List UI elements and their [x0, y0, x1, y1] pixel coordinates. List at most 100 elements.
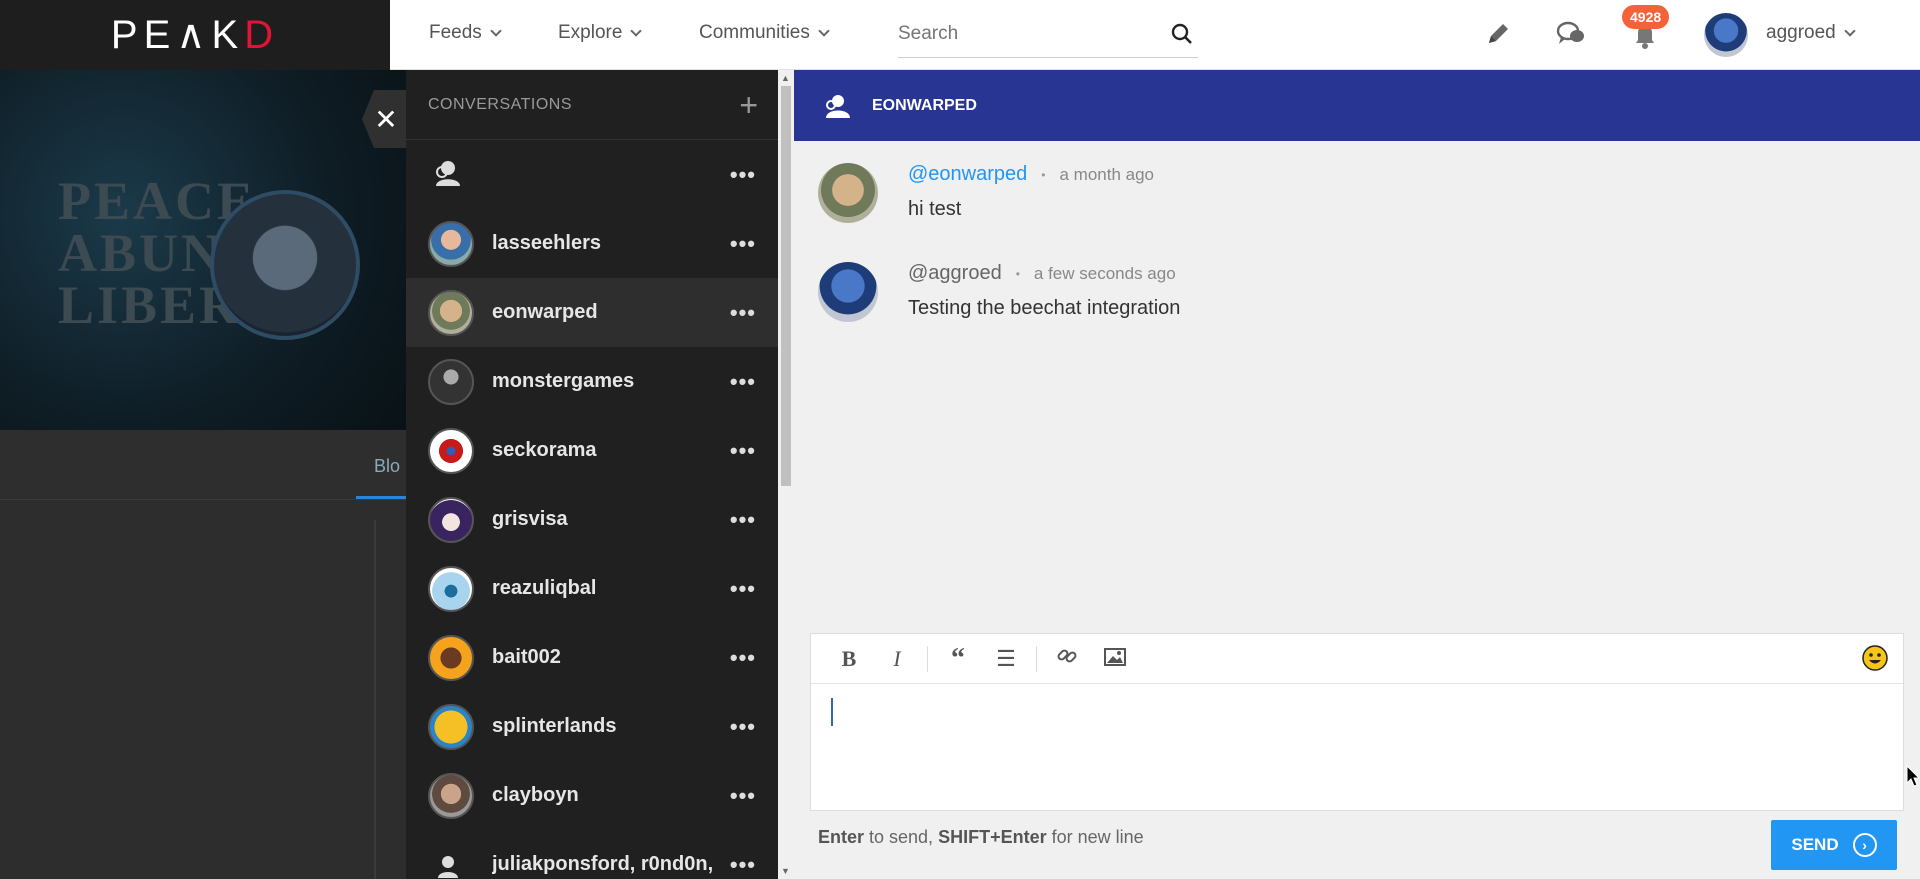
conversation-name: juliakponsford, r0nd0n,: [492, 853, 714, 875]
tab-underline: [356, 496, 406, 499]
nav-feeds[interactable]: Feeds: [429, 22, 502, 44]
message-text: hi test: [908, 198, 962, 220]
divider: [374, 520, 376, 879]
link-icon[interactable]: [1043, 645, 1091, 673]
avatar: [428, 289, 474, 336]
profile-avatar: [210, 190, 360, 340]
separator-dot: •: [1015, 266, 1020, 281]
user-menu[interactable]: aggroed: [1766, 22, 1856, 44]
conversations-panel: CONVERSATIONS + ••• lasseehlers ••• eonw…: [406, 70, 778, 879]
more-options-icon[interactable]: •••: [730, 783, 756, 809]
group-user-icon: [436, 160, 460, 186]
chevron-down-icon: [818, 24, 830, 37]
conversation-item-lasseehlers[interactable]: lasseehlers •••: [406, 209, 778, 278]
scrollbar-thumb[interactable]: [781, 86, 791, 486]
user-avatar[interactable]: [1704, 13, 1748, 57]
quote-icon[interactable]: “: [934, 643, 982, 675]
chevron-down-icon: [1844, 24, 1856, 37]
italic-icon[interactable]: I: [873, 646, 921, 672]
conversation-name: eonwarped: [492, 301, 598, 323]
scroll-down-arrow[interactable]: ▼: [781, 866, 790, 876]
conversation-item-group[interactable]: •••: [406, 140, 778, 209]
message-editor: B I “ ☰: [810, 633, 1904, 811]
nav-explore-label: Explore: [558, 22, 623, 43]
chat-title: EONWARPED: [872, 96, 977, 114]
message-username[interactable]: @eonwarped: [908, 163, 1027, 186]
scroll-up-arrow[interactable]: ▲: [781, 73, 790, 83]
arrow-right-icon: ›: [1852, 833, 1877, 857]
conversation-name: splinterlands: [492, 715, 617, 737]
search-box: [898, 14, 1198, 58]
nav-communities[interactable]: Communities: [699, 22, 830, 44]
more-options-icon[interactable]: •••: [730, 645, 756, 671]
more-options-icon[interactable]: •••: [730, 576, 756, 602]
avatar: [428, 358, 474, 405]
more-options-icon[interactable]: •••: [730, 231, 756, 257]
user-icon: [826, 94, 850, 118]
profile-tabs-bar: [0, 430, 406, 500]
search-input[interactable]: [898, 14, 1148, 54]
conversation-item-reazuliqbal[interactable]: reazuliqbal •••: [406, 554, 778, 623]
more-options-icon[interactable]: •••: [730, 852, 756, 878]
image-icon[interactable]: [1091, 646, 1139, 672]
editor-toolbar: B I “ ☰: [811, 634, 1903, 684]
avatar: [428, 634, 474, 681]
conversation-name: reazuliqbal: [492, 577, 597, 599]
avatar: [428, 772, 474, 819]
message-username[interactable]: @aggroed: [908, 262, 1002, 285]
tab-blog[interactable]: Blo: [374, 456, 400, 477]
message-input[interactable]: [811, 684, 1903, 811]
chevron-down-icon: [630, 24, 643, 37]
profile-cover: PEACE ABUN LIBER: [0, 70, 406, 430]
logo[interactable]: PE∧KD: [0, 0, 390, 70]
chevron-down-icon: [490, 24, 502, 37]
send-button[interactable]: SEND ›: [1771, 820, 1897, 870]
conversation-name: monstergames: [492, 370, 635, 392]
user-name: aggroed: [1766, 22, 1836, 43]
toolbar-divider: [927, 645, 928, 672]
new-conversation-button[interactable]: +: [739, 89, 758, 121]
more-options-icon[interactable]: •••: [730, 438, 756, 464]
more-options-icon[interactable]: •••: [730, 714, 756, 740]
group-user-icon: [438, 855, 458, 878]
nav-explore[interactable]: Explore: [558, 22, 643, 44]
chat-header: EONWARPED: [794, 70, 1920, 141]
conversation-item-seckorama[interactable]: seckorama •••: [406, 416, 778, 485]
conversation-item-bait002[interactable]: bait002 •••: [406, 623, 778, 692]
conversation-item-monstergames[interactable]: monstergames •••: [406, 347, 778, 416]
conversation-item-splinterlands[interactable]: splinterlands •••: [406, 692, 778, 761]
conversations-header: CONVERSATIONS +: [406, 70, 778, 140]
chat-panel: EONWARPED @eonwarped • a month ago hi te…: [794, 70, 1920, 879]
message: @eonwarped • a month ago hi test: [818, 163, 1154, 223]
top-navbar: PE∧KD Feeds Explore Communities 4928 agg…: [0, 0, 1920, 70]
message-text: Testing the beechat integration: [908, 297, 1181, 319]
list-icon[interactable]: ☰: [982, 646, 1030, 672]
notification-badge: 4928: [1622, 5, 1670, 29]
conversation-item-clayboyn[interactable]: clayboyn •••: [406, 761, 778, 830]
more-options-icon[interactable]: •••: [730, 162, 756, 188]
chat-bubbles-icon[interactable]: [1556, 20, 1586, 48]
more-options-icon[interactable]: •••: [730, 507, 756, 533]
send-hint: Enter to send, SHIFT+Enter for new line: [818, 827, 1144, 847]
conversation-name: bait002: [492, 646, 561, 668]
avatar: [428, 565, 474, 612]
conversation-item-grisvisa[interactable]: grisvisa •••: [406, 485, 778, 554]
avatar: [428, 220, 474, 267]
bold-icon[interactable]: B: [825, 646, 873, 672]
conversation-item-group-2[interactable]: juliakponsford, r0nd0n, •••: [406, 830, 778, 879]
more-options-icon[interactable]: •••: [730, 300, 756, 326]
avatar: [428, 703, 474, 750]
pencil-icon[interactable]: [1484, 20, 1512, 48]
search-icon[interactable]: [1170, 22, 1194, 46]
message: @aggroed • a few seconds ago Testing the…: [818, 262, 1180, 322]
conversation-name: lasseehlers: [492, 232, 601, 254]
avatar: [818, 163, 878, 223]
nav-communities-label: Communities: [699, 22, 810, 43]
conversation-item-eonwarped[interactable]: eonwarped •••: [406, 278, 778, 347]
send-button-label: SEND: [1791, 835, 1839, 854]
avatar: [428, 496, 474, 543]
more-options-icon[interactable]: •••: [730, 369, 756, 395]
mouse-cursor-icon: [1906, 765, 1920, 787]
emoji-icon[interactable]: [1861, 644, 1889, 672]
separator-dot: •: [1041, 167, 1046, 182]
